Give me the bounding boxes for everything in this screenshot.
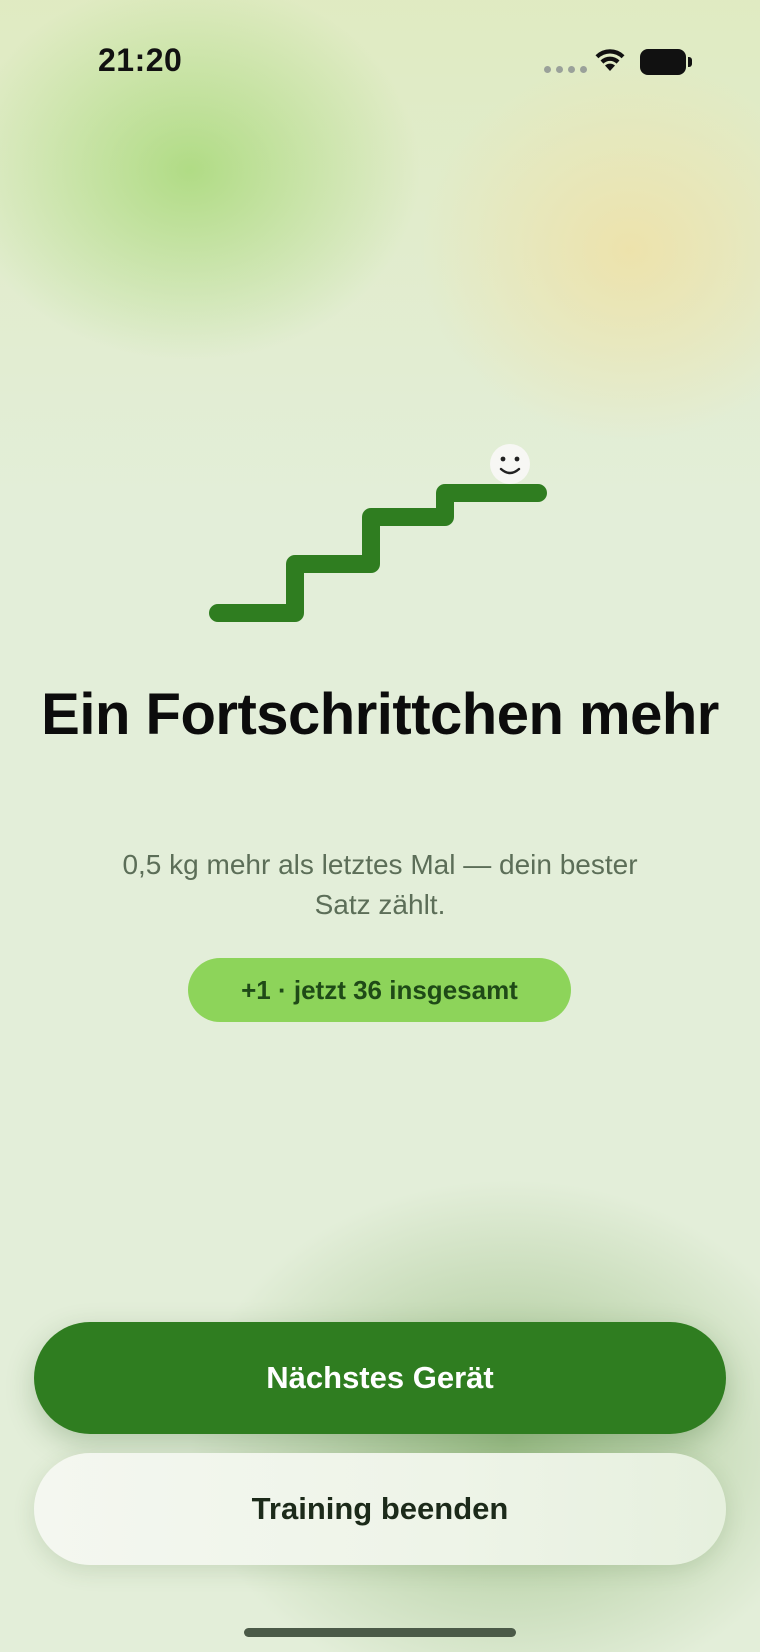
cellular-signal-icon <box>544 66 587 73</box>
home-indicator[interactable] <box>244 1628 516 1637</box>
page-title: Ein Fortschrittchen mehr <box>41 682 719 747</box>
progress-description: 0,5 kg mehr als letztes Mal — dein beste… <box>122 849 638 920</box>
status-bar: 21:20 <box>0 0 760 120</box>
stairs-progress-icon <box>209 444 547 622</box>
status-time: 21:20 <box>98 42 183 78</box>
end-training-button[interactable]: Training beenden <box>34 1453 726 1565</box>
next-device-button[interactable]: Nächstes Gerät <box>34 1322 726 1434</box>
wifi-icon <box>595 49 625 71</box>
progress-badge: +1 · jetzt 36 insgesamt <box>188 958 571 1022</box>
progress-badge-label: +1 · jetzt 36 insgesamt <box>241 974 518 1005</box>
next-device-label: Nächstes Gerät <box>266 1360 494 1395</box>
end-training-label: Training beenden <box>251 1491 509 1526</box>
smiley-face-icon <box>490 444 530 484</box>
battery-icon <box>640 49 692 75</box>
